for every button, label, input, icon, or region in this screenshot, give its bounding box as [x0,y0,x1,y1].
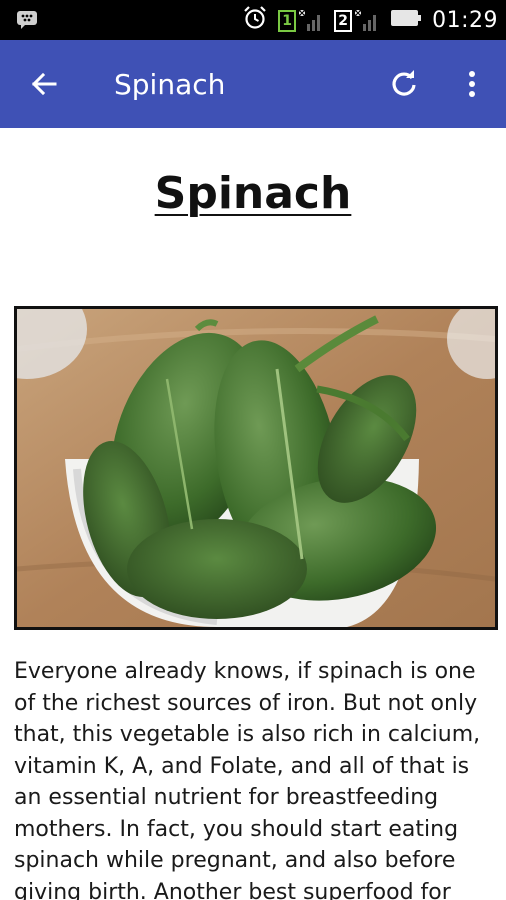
article-content[interactable]: Spinach Everyone already knows, if spina… [0,128,506,900]
battery-icon [390,8,422,32]
article-body: Everyone already knows, if spinach is on… [14,659,481,900]
sim1-signal-icon: 1 [278,8,324,32]
bbm-icon [16,10,38,34]
app-bar: Spinach [0,40,506,128]
refresh-icon[interactable] [384,64,424,104]
alarm-icon [242,5,268,35]
status-time: 01:29 [432,7,498,33]
app-bar-title: Spinach [114,67,226,101]
status-bar: 1 2 01:29 [0,0,506,40]
spinach-photo [14,306,498,630]
sim2-badge: 2 [334,10,353,32]
status-icons: 1 2 01:29 [242,6,498,34]
sim1-badge: 1 [278,10,297,32]
overflow-menu-icon[interactable] [452,64,492,104]
sim2-signal-icon: 2 [334,8,380,32]
back-arrow-icon[interactable] [24,64,64,104]
article-title: Spinach [154,168,352,219]
